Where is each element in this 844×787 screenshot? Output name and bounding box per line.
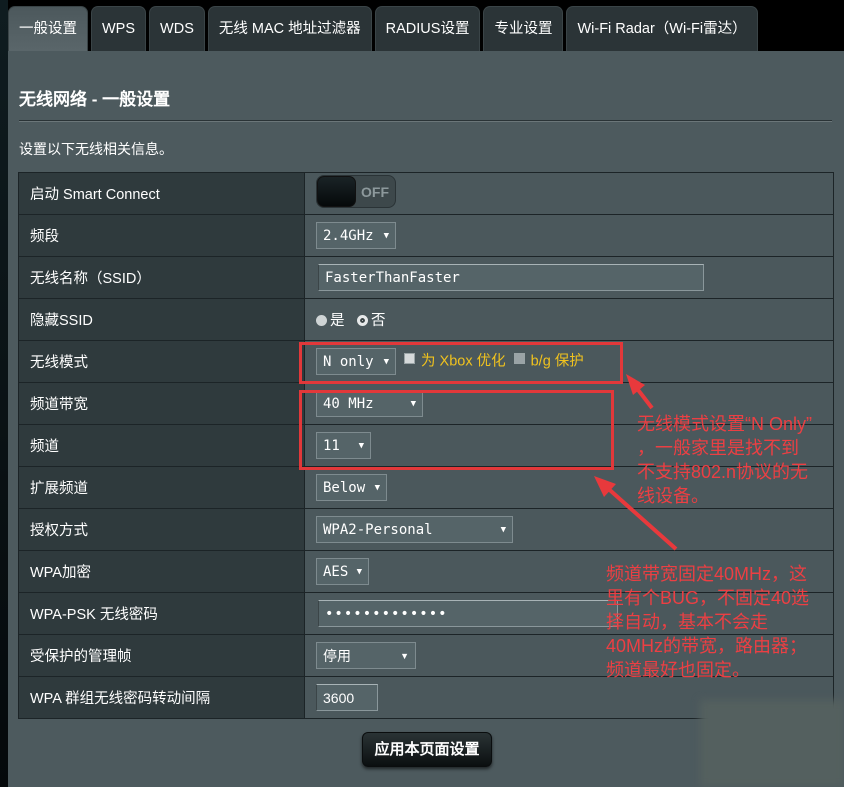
- dropdown-arrow-icon: ▼: [500, 524, 506, 535]
- wpa-psk-input[interactable]: •••••••••••••: [318, 600, 618, 627]
- note-line: 40MHz的带宽，路由器；: [606, 636, 808, 656]
- note-line: 频道最好也固定。: [606, 660, 750, 680]
- note-line: 择自动，基本不会走: [606, 612, 768, 632]
- row-auth: 授权方式 WPA2-Personal ▼: [18, 508, 834, 551]
- radio-hide-yes[interactable]: [316, 315, 327, 326]
- group-key-input[interactable]: 3600: [316, 684, 378, 711]
- dropdown-arrow-icon: ▼: [356, 566, 362, 577]
- row-ssid: 无线名称（SSID） FasterThanFaster: [18, 256, 834, 299]
- label-group-key: WPA 群组无线密码转动间隔: [18, 676, 305, 719]
- pmf-value: 停用: [323, 647, 351, 664]
- label-ssid: 无线名称（SSID）: [18, 256, 305, 299]
- annotation-box-bandwidth-channel: [299, 390, 614, 470]
- note-line: 不支持802.n协议的无: [637, 462, 809, 482]
- annotation-box-wireless-mode: [299, 342, 623, 384]
- label-ext-channel: 扩展频道: [18, 466, 305, 509]
- annotation-note-bandwidth: 频道带宽固定40MHz，这 里有个BUG，不固定40选 择自动，基本不会走 40…: [606, 562, 844, 682]
- dropdown-arrow-icon: ▼: [383, 230, 389, 241]
- tab-bar: 一般设置 WPS WDS 无线 MAC 地址过滤器 RADIUS设置 专业设置 …: [8, 6, 761, 51]
- label-channel: 频道: [18, 424, 305, 467]
- band-value: 2.4GHz: [323, 227, 374, 244]
- auth-value: WPA2-Personal: [323, 521, 433, 538]
- dropdown-arrow-icon: ▼: [374, 482, 380, 493]
- row-band: 频段 2.4GHz ▼: [18, 214, 834, 257]
- note-line: 频道带宽固定40MHz，这: [606, 564, 808, 584]
- apply-button[interactable]: 应用本页面设置: [362, 732, 492, 767]
- toggle-state: OFF: [361, 183, 389, 200]
- auth-select[interactable]: WPA2-Personal ▼: [316, 516, 513, 543]
- pmf-select[interactable]: 停用 ▼: [316, 642, 416, 669]
- page-title: 无线网络 - 一般设置: [19, 90, 171, 109]
- tab-wps[interactable]: WPS: [91, 6, 147, 51]
- label-auth: 授权方式: [18, 508, 305, 551]
- label-bandwidth: 频道带宽: [18, 382, 305, 425]
- label-wireless-mode: 无线模式: [18, 340, 305, 383]
- label-pmf: 受保护的管理帧: [18, 634, 305, 677]
- ssid-input[interactable]: FasterThanFaster: [318, 264, 704, 291]
- smart-connect-toggle[interactable]: OFF: [316, 175, 396, 208]
- window-edge: [0, 0, 8, 787]
- tab-radius[interactable]: RADIUS设置: [374, 6, 481, 51]
- label-band: 频段: [18, 214, 305, 257]
- band-select[interactable]: 2.4GHz ▼: [316, 222, 396, 249]
- watermark-blur: [700, 700, 844, 787]
- tab-general[interactable]: 一般设置: [8, 6, 88, 51]
- ext-channel-value: Below: [323, 479, 366, 496]
- tab-professional[interactable]: 专业设置: [483, 6, 564, 51]
- note-line: 无线模式设置“N Only”: [637, 414, 812, 434]
- tab-wifi-radar[interactable]: Wi-Fi Radar（Wi-Fi雷达）: [566, 6, 758, 51]
- label-smart-connect: 启动 Smart Connect: [18, 172, 305, 215]
- row-hide-ssid: 隐藏SSID 是 否: [18, 298, 834, 341]
- note-line: 线设备。: [637, 486, 709, 506]
- label-wpa-encryption: WPA加密: [18, 550, 305, 593]
- toggle-knob: [317, 176, 356, 207]
- label-wpa-psk: WPA-PSK 无线密码: [18, 592, 305, 635]
- label-hide-ssid: 隐藏SSID: [18, 298, 305, 341]
- annotation-note-wireless-mode: 无线模式设置“N Only” ，一般家里是找不到 不支持802.n协议的无 线设…: [637, 412, 844, 508]
- note-line: ，一般家里是找不到: [637, 438, 799, 458]
- wpa-encryption-select[interactable]: AES ▼: [316, 558, 369, 585]
- radio-no-label: 否: [370, 313, 386, 329]
- note-line: 里有个BUG，不固定40选: [606, 588, 810, 608]
- row-smart-connect: 启动 Smart Connect OFF: [18, 172, 834, 215]
- dropdown-arrow-icon: ▼: [400, 650, 409, 661]
- tab-mac-filter[interactable]: 无线 MAC 地址过滤器: [207, 6, 372, 51]
- radio-yes-label: 是: [330, 313, 345, 329]
- radio-hide-no[interactable]: [356, 315, 368, 326]
- divider: [19, 120, 832, 122]
- tab-wds[interactable]: WDS: [149, 6, 205, 51]
- page-description: 设置以下无线相关信息。: [19, 141, 173, 157]
- ext-channel-select[interactable]: Below ▼: [316, 474, 387, 501]
- wpa-encryption-value: AES: [323, 563, 349, 580]
